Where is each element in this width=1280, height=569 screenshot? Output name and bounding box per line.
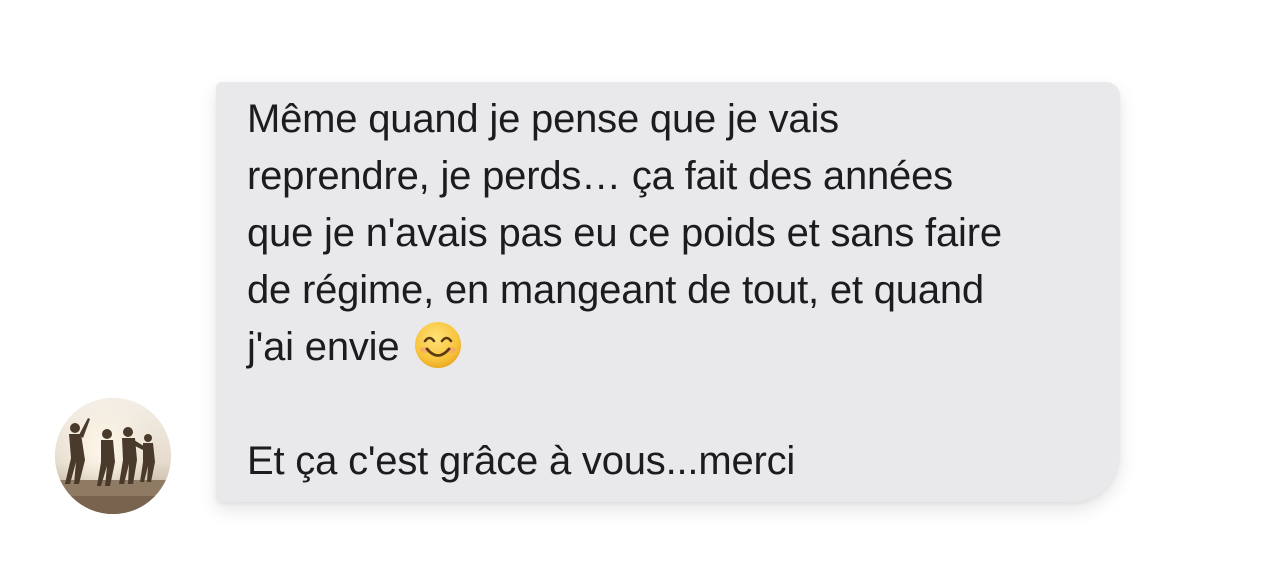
message-line: de régime, en mangeant de tout, et quand: [247, 268, 984, 312]
avatar-photo: [55, 398, 171, 514]
message-spacer: [247, 376, 1090, 433]
message-closing: Et ça c'est grâce à vous...merci: [247, 439, 796, 483]
smiling-face-icon: [413, 320, 463, 370]
message-line-text: j'ai envie: [247, 325, 400, 369]
message-line: reprendre, je perds… ça fait des années: [247, 154, 953, 198]
message-line: Même quand je pense que je vais: [247, 97, 839, 141]
avatar[interactable]: [55, 398, 171, 514]
message-bubble[interactable]: Même quand je pense que je vais reprendr…: [216, 82, 1120, 502]
message-line: que je n'avais pas eu ce poids et sans f…: [247, 211, 1002, 255]
conversation-screen: Même quand je pense que je vais reprendr…: [0, 0, 1280, 569]
message-line-with-emoji: j'ai envie: [247, 319, 1090, 376]
